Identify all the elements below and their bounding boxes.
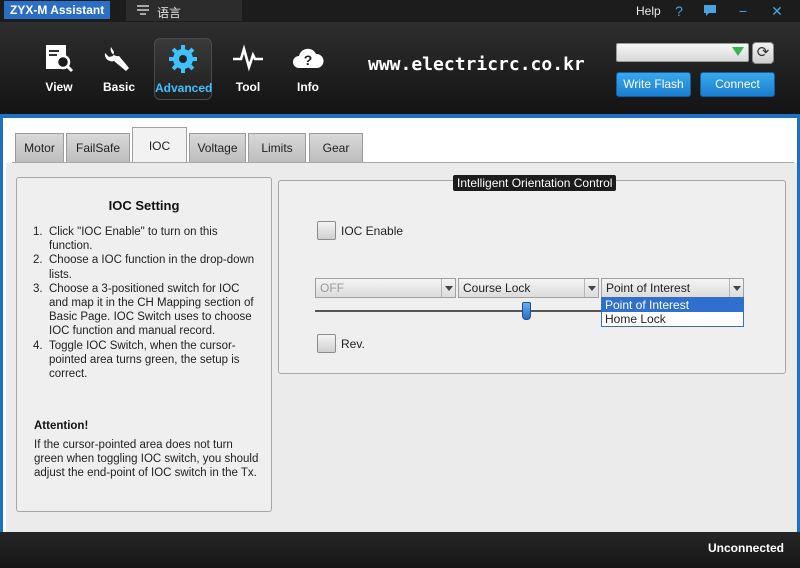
language-label: 语言 — [157, 6, 182, 20]
connect-button[interactable]: Connect — [700, 72, 775, 97]
toolbar-info-label: Info — [297, 80, 319, 94]
main-toolbar: View Basic Advanced Tool ? Info www.elec… — [0, 22, 800, 118]
toolbar-tool-button[interactable]: Tool — [219, 38, 277, 100]
step-text: Toggle IOC Switch, when the cursor-point… — [49, 339, 240, 381]
brand-url: www.electricrc.co.kr — [368, 54, 585, 75]
menu-icon — [136, 3, 150, 20]
tab-limits[interactable]: Limits — [248, 133, 306, 162]
toolbar-advanced-button[interactable]: Advanced — [154, 38, 212, 100]
dropdown-value: OFF — [320, 281, 344, 295]
rev-label: Rev. — [341, 337, 365, 351]
language-button[interactable]: 语言 — [126, 0, 242, 21]
toolbar-basic-button[interactable]: Basic — [90, 38, 148, 100]
pulse-icon — [233, 44, 263, 72]
ioc-mode-dropdown-2[interactable]: Course Lock — [458, 278, 599, 298]
list-item: 4. Toggle IOC Switch, when the cursor-poi… — [33, 339, 261, 382]
tab-motor[interactable]: Motor — [15, 133, 64, 162]
svg-text:?: ? — [304, 52, 313, 68]
status-bar: Unconnected — [0, 532, 800, 568]
list-item: 2. Choose a IOC function in the drop-down… — [33, 253, 261, 281]
toolbar-advanced-label: Advanced — [155, 81, 213, 95]
app-title: ZYX-M Assistant — [4, 1, 111, 19]
rev-checkbox[interactable] — [317, 334, 336, 353]
magnifier-document-icon — [46, 45, 74, 73]
attention-title: Attention! — [34, 420, 89, 432]
dropdown-value: Course Lock — [463, 281, 531, 295]
chevron-down-icon — [732, 47, 744, 56]
ioc-mode-dropdown-3[interactable]: Point of Interest — [601, 278, 744, 298]
ioc-switch-slider-thumb[interactable] — [522, 302, 531, 320]
step-number: 2. — [33, 254, 43, 267]
refresh-button[interactable]: ⟳ — [752, 42, 774, 64]
toolbar-tool-label: Tool — [235, 80, 261, 94]
minimize-icon[interactable]: − — [733, 2, 753, 20]
tab-divider — [12, 162, 794, 163]
dropdown-option-point-of-interest[interactable]: Point of Interest — [602, 298, 743, 312]
ioc-enable-label: IOC Enable — [341, 224, 404, 238]
tab-failsafe[interactable]: FailSafe — [66, 133, 130, 162]
step-text: Click "IOC Enable" to turn on this funct… — [49, 226, 218, 253]
toolbar-info-button[interactable]: ? Info — [279, 38, 337, 100]
step-text: Choose a 3-positioned switch for IOC and… — [49, 282, 254, 338]
dropdown-options-list: Point of Interest Home Lock — [601, 297, 744, 327]
list-item: 3. Choose a 3-positioned switch for IOC a… — [33, 282, 261, 339]
info-title: IOC Setting — [108, 198, 180, 213]
toolbar-basic-label: Basic — [102, 80, 136, 94]
gear-icon — [169, 45, 197, 73]
tab-ioc[interactable]: IOC — [132, 127, 187, 163]
step-number: 4. — [33, 339, 43, 352]
step-text: Choose a IOC function in the drop-down l… — [49, 254, 255, 281]
step-number: 3. — [33, 282, 43, 295]
toolbar-view-button[interactable]: View — [30, 38, 88, 100]
ioc-enable-checkbox[interactable] — [317, 221, 336, 240]
title-bar: ZYX-M Assistant 语言 Help ? − ✕ — [0, 0, 800, 22]
write-flash-button[interactable]: Write Flash — [616, 72, 691, 97]
step-number: 1. — [33, 226, 43, 238]
ioc-switch-slider-track[interactable] — [315, 310, 605, 312]
instructions-list: 1. Click "IOC Enable" to turn on this fun… — [33, 225, 261, 381]
chevron-down-icon — [729, 279, 743, 297]
dropdown-value: Point of Interest — [606, 281, 691, 295]
feedback-icon[interactable] — [700, 2, 720, 20]
chevron-down-icon — [584, 279, 598, 297]
tab-voltage[interactable]: Voltage — [189, 133, 246, 162]
ioc-panel-legend: Intelligent Orientation Control — [453, 175, 617, 191]
list-item: 1. Click "IOC Enable" to turn on this fun… — [33, 225, 261, 253]
attention-text: If the cursor-pointed area does not turn… — [34, 439, 259, 480]
help-icon[interactable]: ? — [669, 2, 689, 20]
ioc-mode-dropdown-1[interactable]: OFF — [315, 278, 456, 298]
question-cloud-icon: ? — [293, 48, 324, 68]
help-link[interactable]: Help — [636, 4, 661, 18]
tab-gear[interactable]: Gear — [309, 133, 363, 162]
port-select[interactable] — [616, 43, 749, 62]
wrench-icon — [104, 47, 129, 71]
close-icon[interactable]: ✕ — [767, 2, 787, 20]
ioc-setting-panel: IOC Setting 1. Click "IOC Enable" to turn… — [16, 177, 272, 512]
dropdown-option-home-lock[interactable]: Home Lock — [602, 312, 743, 326]
connection-status: Unconnected — [707, 541, 784, 555]
toolbar-view-label: View — [45, 80, 73, 94]
chevron-down-icon — [441, 279, 455, 297]
